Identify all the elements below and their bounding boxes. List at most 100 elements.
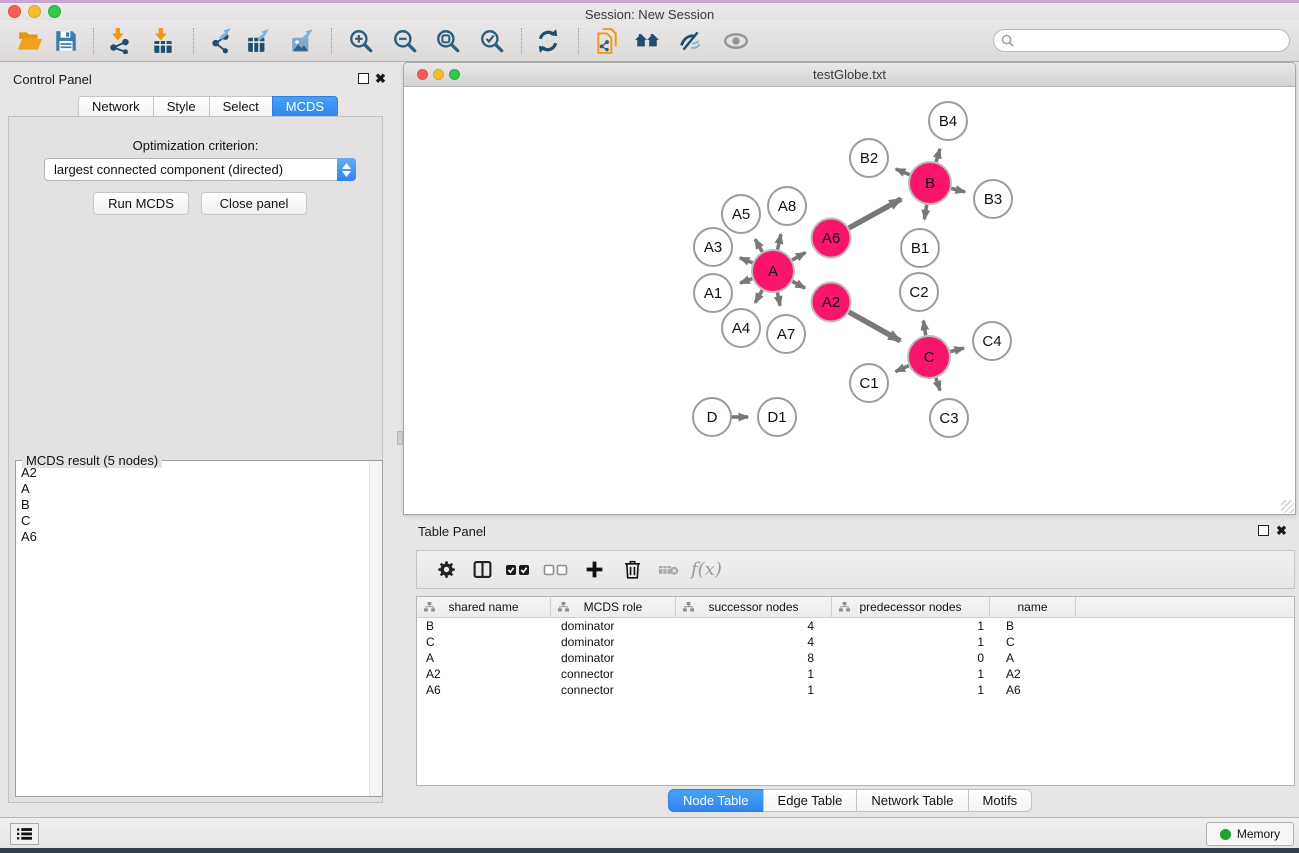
- cell-predecessor-nodes[interactable]: 0: [832, 650, 990, 666]
- edge-C-C2[interactable]: [923, 321, 925, 336]
- cell-name[interactable]: A2: [990, 666, 1076, 682]
- close-table-panel-icon[interactable]: ✖: [1276, 525, 1287, 536]
- result-item-C[interactable]: C: [16, 513, 368, 529]
- edge-B-B3[interactable]: [951, 188, 965, 192]
- home-button[interactable]: [629, 23, 665, 59]
- network-canvas[interactable]: B4B2BB3A8A5A6A3B1AC2A1A2A4A7C4CC1DD1C3: [405, 87, 1294, 514]
- node-D1[interactable]: D1: [758, 398, 796, 436]
- cell-shared-name[interactable]: B: [417, 618, 551, 634]
- cell-MCDS-role[interactable]: dominator: [551, 634, 676, 650]
- edge-A6-B[interactable]: [849, 199, 901, 228]
- zoom-out-button[interactable]: [387, 23, 423, 59]
- tab-mcds[interactable]: MCDS: [272, 96, 338, 118]
- table-row[interactable]: Cdominator41C: [417, 634, 1294, 650]
- cell-predecessor-nodes[interactable]: 1: [832, 634, 990, 650]
- column-header-name[interactable]: name: [990, 597, 1076, 617]
- result-item-B[interactable]: B: [16, 497, 368, 513]
- column-header-successor-nodes[interactable]: successor nodes: [676, 597, 832, 617]
- edge-A-A2[interactable]: [792, 281, 805, 288]
- table-row[interactable]: Adominator80A: [417, 650, 1294, 666]
- resize-grip-icon[interactable]: [1281, 500, 1294, 513]
- cell-successor-nodes[interactable]: 8: [676, 650, 832, 666]
- cell-name[interactable]: A: [990, 650, 1076, 666]
- cell-shared-name[interactable]: A6: [417, 682, 551, 698]
- edge-A2-C[interactable]: [849, 312, 900, 341]
- criterion-select[interactable]: largest connected component (directed): [44, 158, 356, 181]
- cell-successor-nodes[interactable]: 1: [676, 682, 832, 698]
- result-item-A6[interactable]: A6: [16, 529, 368, 545]
- cell-shared-name[interactable]: A2: [417, 666, 551, 682]
- task-history-button[interactable]: [10, 823, 39, 845]
- edge-B-B1[interactable]: [924, 205, 926, 220]
- edge-A-A1[interactable]: [740, 279, 752, 283]
- network-window-titlebar[interactable]: testGlobe.txt: [404, 63, 1295, 87]
- node-D[interactable]: D: [693, 398, 731, 436]
- import-table-button[interactable]: [145, 23, 181, 59]
- close-panel-button[interactable]: Close panel: [201, 192, 307, 215]
- cell-name[interactable]: C: [990, 634, 1076, 650]
- node-A5[interactable]: A5: [722, 195, 760, 233]
- node-B[interactable]: B: [909, 162, 951, 204]
- node-C[interactable]: C: [908, 336, 950, 378]
- edge-A-A3[interactable]: [740, 258, 753, 263]
- node-A3[interactable]: A3: [694, 228, 732, 266]
- edge-B-B2[interactable]: [896, 169, 910, 175]
- tab-network-table[interactable]: Network Table: [856, 789, 968, 812]
- edge-C-C3[interactable]: [936, 378, 940, 391]
- tab-network[interactable]: Network: [78, 96, 154, 118]
- zoom-selected-button[interactable]: [474, 23, 510, 59]
- node-C3[interactable]: C3: [930, 399, 968, 437]
- float-panel-icon[interactable]: [358, 73, 369, 84]
- node-B3[interactable]: B3: [974, 180, 1012, 218]
- result-item-A[interactable]: A: [16, 481, 368, 497]
- search-input[interactable]: [993, 29, 1290, 52]
- table-options-button[interactable]: [429, 554, 463, 586]
- node-A[interactable]: A: [752, 250, 794, 292]
- zoom-in-button[interactable]: [343, 23, 379, 59]
- cell-predecessor-nodes[interactable]: 1: [832, 618, 990, 634]
- edge-A-A6[interactable]: [792, 253, 805, 261]
- result-item-A2[interactable]: A2: [16, 465, 368, 481]
- edge-C-C4[interactable]: [950, 348, 964, 352]
- cell-predecessor-nodes[interactable]: 1: [832, 666, 990, 682]
- column-header-shared-name[interactable]: shared name: [417, 597, 551, 617]
- node-B2[interactable]: B2: [850, 139, 888, 177]
- node-A4[interactable]: A4: [722, 309, 760, 347]
- edge-A-A5[interactable]: [755, 239, 762, 252]
- apply-layout-button[interactable]: [530, 23, 566, 59]
- export-table-button[interactable]: [241, 23, 277, 59]
- cell-MCDS-role[interactable]: dominator: [551, 650, 676, 666]
- deselect-all-button[interactable]: [539, 554, 573, 586]
- show-panels-button[interactable]: [718, 23, 754, 59]
- float-table-panel-icon[interactable]: [1258, 525, 1269, 536]
- cell-name[interactable]: B: [990, 618, 1076, 634]
- table-row[interactable]: Bdominator41B: [417, 618, 1294, 634]
- node-B4[interactable]: B4: [929, 102, 967, 140]
- node-C4[interactable]: C4: [973, 322, 1011, 360]
- edge-C-C1[interactable]: [896, 366, 909, 372]
- column-header-MCDS-role[interactable]: MCDS role: [551, 597, 676, 617]
- edge-A-A7[interactable]: [777, 293, 780, 306]
- tab-node-table[interactable]: Node Table: [668, 789, 764, 812]
- copy-network-button[interactable]: [589, 23, 625, 59]
- node-A7[interactable]: A7: [767, 315, 805, 353]
- edge-A-A4[interactable]: [755, 290, 762, 303]
- select-all-button[interactable]: [501, 554, 535, 586]
- cell-MCDS-role[interactable]: dominator: [551, 618, 676, 634]
- edge-B-B4[interactable]: [936, 149, 940, 162]
- column-visibility-button[interactable]: [465, 554, 499, 586]
- import-network-button[interactable]: [102, 23, 138, 59]
- export-image-button[interactable]: [285, 23, 321, 59]
- tab-motifs[interactable]: Motifs: [968, 789, 1033, 812]
- node-C2[interactable]: C2: [900, 273, 938, 311]
- cell-name[interactable]: A6: [990, 682, 1076, 698]
- node-C1[interactable]: C1: [850, 364, 888, 402]
- table-row[interactable]: A2connector11A2: [417, 666, 1294, 682]
- node-A6[interactable]: A6: [812, 219, 851, 258]
- hide-panels-button[interactable]: [672, 23, 708, 59]
- node-A2[interactable]: A2: [812, 283, 851, 322]
- tab-style[interactable]: Style: [153, 96, 210, 118]
- delete-column-button[interactable]: [615, 554, 649, 586]
- tab-select[interactable]: Select: [209, 96, 273, 118]
- node-B1[interactable]: B1: [901, 229, 939, 267]
